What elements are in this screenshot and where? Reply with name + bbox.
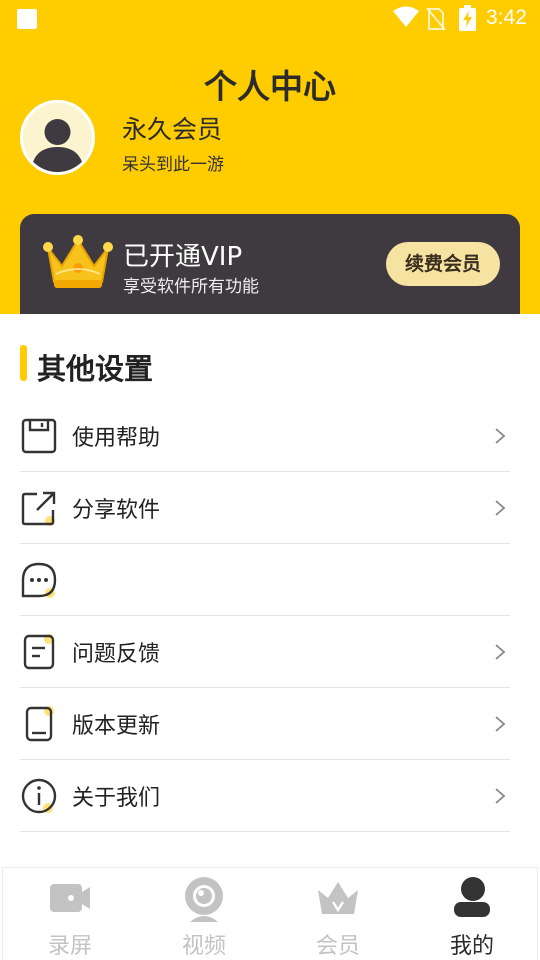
user-silhouette-icon: [31, 119, 84, 172]
tab-mine[interactable]: 我的: [405, 868, 539, 960]
user-name: 永久会员: [122, 115, 223, 144]
bottom-tab-bar: 录屏 视频 会员 我的: [2, 867, 538, 960]
profile-header: 3:42 个人中心 永久会员 呆头到此一游 已开通VIP 享受软件所有功能 续费…: [0, 0, 540, 314]
chevron-right-icon: [495, 716, 506, 732]
status-bar: 3:42: [0, 0, 540, 36]
menu-item-about[interactable]: 关于我们: [20, 760, 510, 832]
menu-item-label: 问题反馈: [72, 642, 161, 667]
menu-item-label: 分享软件: [72, 498, 161, 523]
menu-item-chat[interactable]: [20, 544, 510, 616]
phone-icon: [25, 706, 54, 742]
user-subtitle: 呆头到此一游: [122, 155, 224, 175]
floppy-icon: [21, 418, 57, 454]
tab-member[interactable]: 会员: [271, 868, 405, 960]
section-accent-bar: [20, 345, 27, 381]
menu-item-share[interactable]: 分享软件: [20, 472, 510, 544]
menu-item-label: 版本更新: [72, 714, 161, 739]
no-sim-icon: [426, 7, 446, 31]
section-title: 其他设置: [37, 352, 154, 386]
vip-status-subtitle: 享受软件所有功能: [123, 277, 259, 297]
wifi-icon: [393, 6, 419, 27]
crown-icon: [318, 882, 358, 914]
menu-item-update[interactable]: 版本更新: [20, 688, 510, 760]
status-time: 3:42: [486, 6, 527, 29]
tab-label: 视频: [181, 934, 226, 959]
avatar[interactable]: [20, 100, 95, 175]
chevron-right-icon: [495, 500, 506, 516]
chevron-right-icon: [495, 428, 506, 444]
webcam-icon: [185, 877, 223, 922]
settings-menu: 使用帮助 分享软件 问题反馈 版本更新 关于我们: [20, 400, 510, 832]
renew-membership-button[interactable]: 续费会员: [386, 242, 500, 286]
page-title: 个人中心: [204, 67, 336, 106]
chevron-right-icon: [495, 644, 506, 660]
notification-icon: [17, 9, 37, 29]
battery-charging-icon: [459, 5, 476, 31]
vip-status-title: 已开通VIP: [123, 242, 243, 272]
tab-record[interactable]: 录屏: [3, 868, 137, 960]
menu-item-label: 关于我们: [72, 786, 161, 811]
menu-item-feedback[interactable]: 问题反馈: [20, 616, 510, 688]
tab-label: 会员: [315, 934, 360, 959]
chat-icon: [21, 562, 57, 598]
vip-card: 已开通VIP 享受软件所有功能 续费会员: [20, 214, 520, 314]
menu-item-label: 使用帮助: [72, 426, 161, 451]
tab-label: 录屏: [47, 934, 92, 959]
menu-item-help[interactable]: 使用帮助: [20, 400, 510, 472]
tab-label: 我的: [449, 934, 494, 959]
chevron-right-icon: [495, 788, 506, 804]
user-icon: [454, 877, 490, 917]
tab-video[interactable]: 视频: [137, 868, 271, 960]
info-icon: [21, 778, 57, 814]
crown-icon: [43, 235, 113, 288]
document-icon: [23, 634, 55, 670]
video-camera-icon: [50, 884, 90, 912]
share-icon: [21, 491, 56, 526]
